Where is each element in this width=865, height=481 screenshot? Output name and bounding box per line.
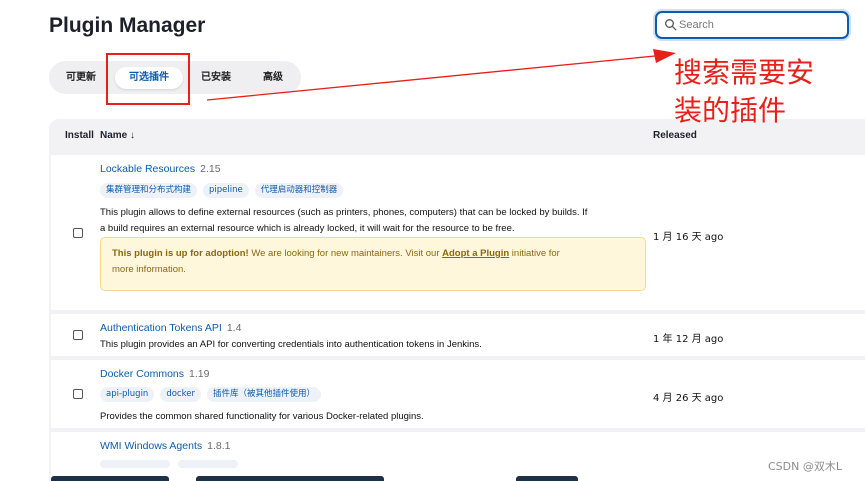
install-checkbox[interactable] (73, 228, 83, 238)
tab-updates[interactable]: 可更新 (57, 67, 105, 89)
annotation-line: 装的插件 (674, 94, 787, 127)
plugin-description: This plugin allows to define external re… (100, 205, 650, 236)
page-title: Plugin Manager (49, 14, 206, 37)
tag (178, 460, 238, 468)
plugin-table: Install Name ↓ Released Lockable Resourc… (49, 119, 865, 481)
install-checkbox[interactable] (73, 389, 83, 399)
adoption-text: initiative for (509, 248, 560, 259)
table-row: Authentication Tokens API 1.4 This plugin… (51, 314, 865, 356)
adoption-line: This plugin is up for adoption! We are l… (112, 246, 634, 262)
tag[interactable]: 插件库（被其他插件使用） (206, 387, 321, 402)
adoption-text: We are looking for new maintainers. Visi… (248, 248, 443, 259)
tag[interactable]: 代理启动器和控制器 (254, 183, 344, 198)
plugin-name-link[interactable]: Docker Commons 1.19 (100, 368, 209, 380)
footer-button[interactable] (196, 476, 384, 481)
annotation-line: 搜索需要安 (674, 56, 815, 89)
tag-list: api-plugin docker 插件库（被其他插件使用） (100, 387, 321, 402)
column-header-install: Install (65, 130, 94, 141)
plugin-name[interactable]: Docker Commons (100, 368, 184, 380)
adopt-a-plugin-link[interactable]: Adopt a Plugin (442, 248, 509, 259)
adoption-line: more information. (112, 263, 186, 275)
tag (100, 460, 170, 468)
table-row: WMI Windows Agents 1.8.1 (51, 432, 865, 481)
search-icon (665, 19, 677, 31)
tag[interactable]: 集群管理和分布式构建 (100, 183, 198, 198)
plugin-name-link[interactable]: WMI Windows Agents 1.8.1 (100, 440, 230, 452)
table-row: Docker Commons 1.19 api-plugin docker 插件库… (51, 360, 865, 428)
plugin-version: 2.15 (200, 163, 221, 175)
tag-list: 集群管理和分布式构建 pipeline 代理启动器和控制器 (100, 183, 344, 198)
plugin-name[interactable]: Authentication Tokens API (100, 322, 222, 334)
tag[interactable]: pipeline (203, 183, 249, 198)
tag[interactable]: docker (160, 387, 201, 402)
plugin-version: 1.4 (226, 322, 242, 334)
footer-button[interactable] (516, 476, 578, 481)
search-box[interactable] (655, 11, 849, 39)
column-header-name[interactable]: Name ↓ (100, 130, 135, 141)
description-line: a build requires an external resource wh… (100, 222, 515, 234)
highlight-box (106, 53, 190, 105)
adoption-notice: This plugin is up for adoption! We are l… (100, 237, 646, 291)
released-date: 4 月 26 天 ago (653, 393, 724, 404)
released-date: 1 月 16 天 ago (653, 232, 724, 243)
plugin-name-link[interactable]: Lockable Resources 2.15 (100, 163, 221, 175)
plugin-version: 1.8.1 (207, 440, 231, 452)
annotation-text: 搜索需要安 装的插件 (674, 54, 844, 130)
search-input[interactable] (679, 16, 839, 34)
plugin-name[interactable]: WMI Windows Agents (100, 440, 202, 452)
table-row: Lockable Resources 2.15 集群管理和分布式构建 pipeli… (51, 155, 865, 310)
plugin-description: This plugin provides an API for converti… (100, 339, 482, 350)
description-line: This plugin allows to define external re… (100, 207, 588, 218)
plugin-name[interactable]: Lockable Resources (100, 163, 195, 175)
plugin-description: Provides the common shared functionality… (100, 411, 424, 422)
tag[interactable]: api-plugin (100, 387, 155, 402)
released-date: 1 年 12 月 ago (653, 334, 724, 345)
watermark: CSDN @双木L (768, 460, 842, 473)
tab-advanced[interactable]: 高级 (251, 67, 295, 89)
adoption-heading: This plugin is up for adoption! (112, 248, 249, 259)
tab-installed[interactable]: 已安装 (192, 67, 240, 89)
install-checkbox[interactable] (73, 330, 83, 340)
plugin-name-link[interactable]: Authentication Tokens API 1.4 (100, 322, 241, 334)
column-header-released[interactable]: Released (653, 130, 697, 141)
plugin-version: 1.19 (189, 368, 210, 380)
footer-button[interactable] (51, 476, 169, 481)
